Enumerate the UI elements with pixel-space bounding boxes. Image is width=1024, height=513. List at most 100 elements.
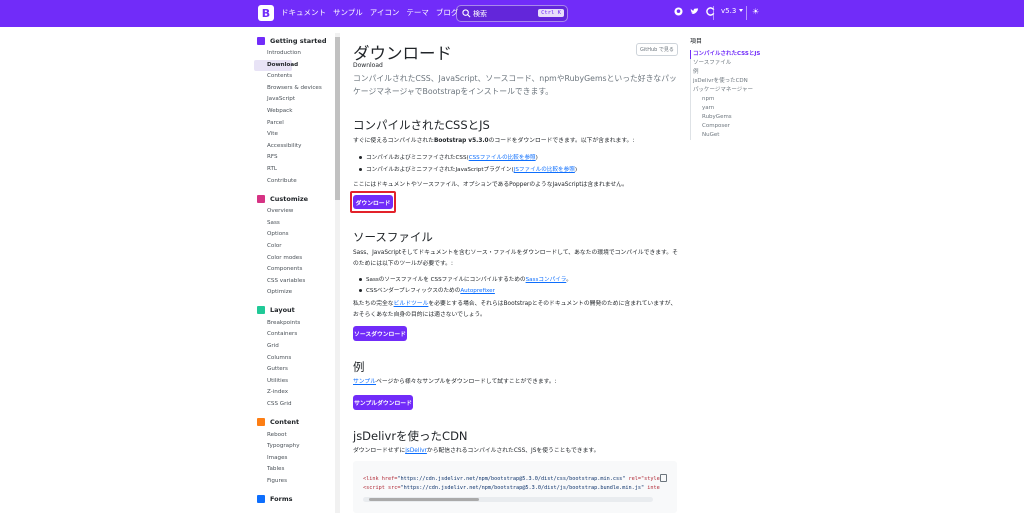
source-download-button[interactable]: ソースダウンロード xyxy=(353,326,407,341)
sidebar-item-utilities[interactable]: Utilities xyxy=(254,376,324,388)
lead-paragraph: コンパイルされたCSS、JavaScript、ソースコード、npmやRubyGe… xyxy=(353,74,677,96)
toc-item[interactable]: コンパイルされたCSSとJS xyxy=(690,50,780,59)
toc-item[interactable]: yarn xyxy=(693,104,780,113)
sidebar-group-heading: Customize xyxy=(252,191,342,206)
sidebar-scrollbar[interactable] xyxy=(335,33,340,513)
sidebar-group-title: Getting started xyxy=(270,36,327,45)
navbar-divider xyxy=(713,6,714,20)
sidebar-group: Content Reboot Typography Images Tables Figur… xyxy=(252,415,342,488)
list-item: CSSベンダープレフィックスのためのAutoprefixer xyxy=(359,286,495,294)
section-compiled-intro: すぐに使えるコンパイルされたBootstrap v5.3.0のコードをダウンロー… xyxy=(353,138,635,144)
toc-title: 項目 xyxy=(690,38,703,45)
section-compiled-title: コンパイルされたCSSとJS xyxy=(353,118,490,132)
sidebar-item-components[interactable]: Components xyxy=(254,264,324,276)
sidebar-item-webpack[interactable]: Webpack xyxy=(254,106,324,118)
toc-item[interactable]: npm xyxy=(693,95,780,104)
highlight-box xyxy=(350,191,396,213)
section-icon xyxy=(257,306,265,315)
css-files-link[interactable]: CSSファイルの比較を参照 xyxy=(469,155,536,161)
toc-item[interactable]: NuGet xyxy=(693,131,780,140)
sidebar-group-title: Customize xyxy=(270,194,309,203)
sidebar-item-contents[interactable]: Contents xyxy=(254,71,324,83)
version-dropdown[interactable]: v5.3 xyxy=(721,7,743,15)
list-item: Sassのソースファイルを CSSファイルにコンパイルするためのSassコンパイ… xyxy=(359,275,572,283)
page-subtitle: Download xyxy=(353,62,383,69)
view-on-github-button[interactable]: GitHub で見る xyxy=(636,43,678,56)
theme-toggle-icon[interactable]: ☀ xyxy=(752,7,759,16)
toc-item[interactable]: 例 xyxy=(693,68,780,77)
sidebar-item-accessibility[interactable]: Accessibility xyxy=(254,141,324,153)
bootstrap-logo[interactable]: B xyxy=(258,5,274,21)
sidebar-group-title: Content xyxy=(270,418,300,427)
jsdelivr-link[interactable]: jsDelivr xyxy=(405,448,427,454)
section-source-para: 私たちの完全なビルドツールを必要とする場合、それらはBootstrapとそのドキ… xyxy=(353,301,677,318)
sass-compiler-link[interactable]: Sassコンパイラ xyxy=(526,277,567,283)
sidebar-item-gutters[interactable]: Gutters xyxy=(254,364,324,376)
sidebar-item-color[interactable]: Color xyxy=(254,241,324,253)
sidebar-item-contribute[interactable]: Contribute xyxy=(254,176,324,188)
sidebar-item-css-variables[interactable]: CSS variables xyxy=(254,276,324,288)
sidebar-item-breakpoints[interactable]: Breakpoints xyxy=(254,318,324,330)
js-files-link[interactable]: JSファイルの比較を参照 xyxy=(514,167,575,173)
sidebar-item-overview[interactable]: Overview xyxy=(254,206,324,218)
sidebar-group: Forms xyxy=(252,492,342,507)
section-source-title: ソースファイル xyxy=(353,230,433,244)
section-examples-text: サンプルページから様々なサンプルをダウンロードして試すことができます。: xyxy=(353,379,557,385)
sidebar-group-heading: Layout xyxy=(252,303,342,318)
sidebar-group-heading: Forms xyxy=(252,492,342,507)
sidebar-item-options[interactable]: Options xyxy=(254,229,324,241)
sidebar-item-z-index[interactable]: Z-index xyxy=(254,387,324,399)
table-of-contents: 項目 コンパイルされたCSSとJS ソースファイル例 jsDelivrを使ったCDN… xyxy=(690,36,780,140)
toc-item[interactable]: パッケージマネージャー xyxy=(693,86,780,95)
examples-link[interactable]: サンプル xyxy=(353,379,376,385)
sidebar-item-images[interactable]: Images xyxy=(254,453,324,465)
section-compiled-note: ここにはドキュメントやソースファイル、オプションであるPopperのようなJav… xyxy=(353,182,628,188)
nav-link-docs[interactable]: ドキュメント xyxy=(281,7,326,18)
sidebar-item-optimize[interactable]: Optimize xyxy=(254,287,324,299)
sidebar-item-containers[interactable]: Containers xyxy=(254,329,324,341)
code-scrollbar-thumb[interactable] xyxy=(369,498,479,501)
examples-download-button[interactable]: サンプルダウンロード xyxy=(353,395,413,410)
build-tools-link[interactable]: ビルドツール xyxy=(394,301,429,307)
copy-icon[interactable] xyxy=(660,474,667,482)
twitter-icon[interactable] xyxy=(690,7,699,16)
sidebar-item-tables[interactable]: Tables xyxy=(254,464,324,476)
sidebar-item-typography[interactable]: Typography xyxy=(254,441,324,453)
sidebar-item-figures[interactable]: Figures xyxy=(254,476,324,488)
sidebar-item-introduction[interactable]: Introduction xyxy=(254,48,324,60)
section-icon xyxy=(257,495,265,504)
sidebar-item-reboot[interactable]: Reboot xyxy=(254,430,324,442)
code-line: <script src="https://cdn.jsdelivr.net/np… xyxy=(363,485,660,491)
toc-list: コンパイルされたCSSとJS ソースファイル例 jsDelivrを使ったCDN パッケ… xyxy=(690,50,780,140)
section-cdn-title: jsDelivrを使ったCDN xyxy=(353,429,468,443)
sidebar-item-parcel[interactable]: Parcel xyxy=(254,118,324,130)
cdn-code-block: <link href="https://cdn.jsdelivr.net/npm… xyxy=(353,461,677,513)
sidebar-item-sass[interactable]: Sass xyxy=(254,218,324,230)
sidebar-item-download[interactable]: Download xyxy=(254,59,298,72)
toc-item[interactable]: RubyGems xyxy=(693,113,780,122)
sidebar-item-vite[interactable]: Vite xyxy=(254,129,324,141)
autoprefixer-link[interactable]: Autoprefixer xyxy=(460,288,495,294)
docs-sidebar: Getting started Introduction Download Conte… xyxy=(252,33,342,513)
sidebar-scrollbar-thumb[interactable] xyxy=(335,37,340,200)
sidebar-item-css-grid[interactable]: CSS Grid xyxy=(254,399,324,411)
sidebar-item-color-modes[interactable]: Color modes xyxy=(254,253,324,265)
section-cdn-text: ダウンロードせずにjsDelivrから配信されるコンパイルされたCSS、JSを使… xyxy=(353,448,600,454)
toc-item[interactable]: jsDelivrを使ったCDN xyxy=(693,77,780,86)
section-source-intro: Sass、JavaScriptそしてドキュメントを含むソース・ファイルをダウンロ… xyxy=(353,250,678,267)
sidebar-item-grid[interactable]: Grid xyxy=(254,341,324,353)
sidebar-group-title: Layout xyxy=(270,306,295,315)
main-content: ダウンロード Download GitHub で見る コンパイルされたCSS、J… xyxy=(350,0,683,513)
navbar-divider xyxy=(746,6,747,20)
section-icon xyxy=(257,36,265,45)
toc-item[interactable]: ソースファイル xyxy=(693,59,780,68)
list-item: コンパイルおよびミニファイされたJavaScriptプラグイン(JSファイルの比… xyxy=(359,165,577,173)
sidebar-item-javascript[interactable]: JavaScript xyxy=(254,94,324,106)
code-scrollbar[interactable] xyxy=(363,497,653,502)
toc-item[interactable]: Composer xyxy=(693,122,780,131)
sidebar-item-columns[interactable]: Columns xyxy=(254,353,324,365)
sidebar-item-rfs[interactable]: RFS xyxy=(254,152,324,164)
sidebar-item-rtl[interactable]: RTL xyxy=(254,164,324,176)
sidebar-item-browsers-devices[interactable]: Browsers & devices xyxy=(254,83,324,95)
sidebar-group: Customize Overview Sass Options Color Color m… xyxy=(252,191,342,299)
